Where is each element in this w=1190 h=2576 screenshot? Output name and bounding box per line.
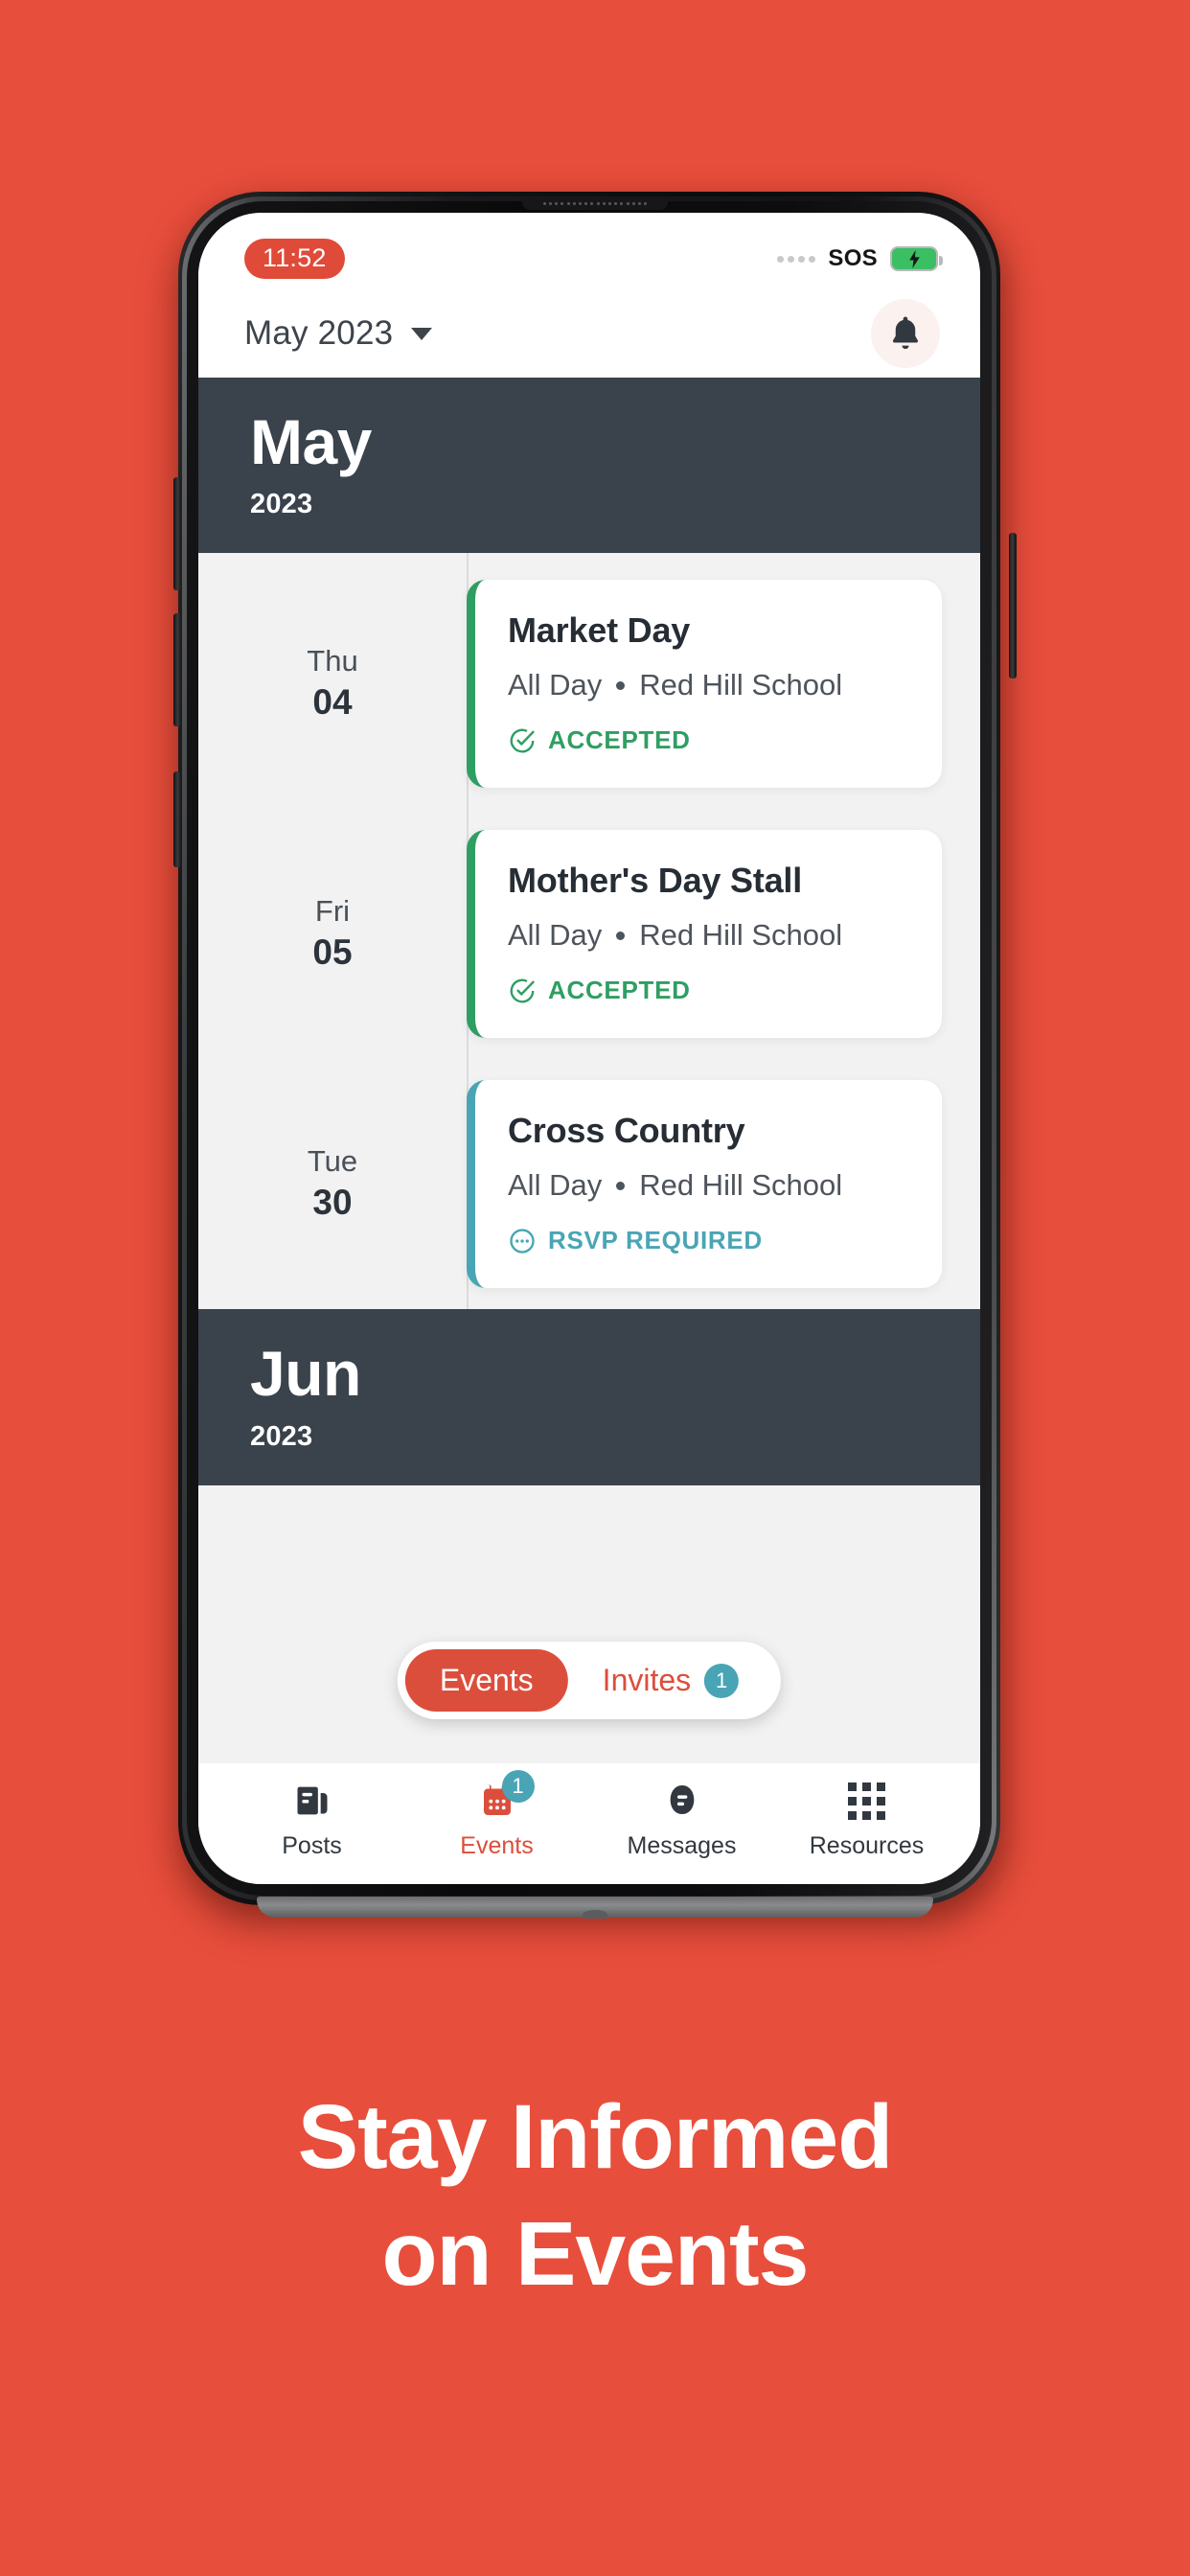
month-banner-month: Jun [250, 1338, 361, 1410]
event-date: Thu 04 [198, 632, 467, 736]
volume-up-button[interactable] [173, 477, 181, 590]
posts-icon-wrap [293, 1781, 332, 1821]
check-circle-icon [510, 978, 535, 1003]
month-selector[interactable]: May 2023 [244, 314, 433, 353]
phone-mockup: 11:52 SOS May 2023 May 2023 Thu 04 Marke… [173, 192, 1017, 1919]
grid-icon [848, 1782, 885, 1820]
event-status: ACCEPTED [508, 976, 909, 1005]
event-card[interactable]: Mother's Day Stall All Day Red Hill Scho… [467, 830, 942, 1039]
month-selector-label: May 2023 [244, 314, 394, 352]
event-day-number: 05 [312, 932, 353, 973]
battery-charging-icon [890, 246, 943, 271]
grid-icon-wrap [848, 1781, 885, 1821]
nav-item-messages[interactable]: Messages [596, 1781, 768, 1860]
event-date: Tue 30 [198, 1132, 467, 1236]
event-location: Red Hill School [639, 918, 843, 953]
event-title: Cross Country [508, 1111, 745, 1151]
notifications-button[interactable] [871, 299, 940, 368]
event-meta: All Day Red Hill School [508, 918, 909, 953]
event-time: All Day [508, 668, 603, 702]
event-status-label: ACCEPTED [548, 725, 691, 755]
promo-headline: Stay Informed on Events [0, 2080, 1190, 2312]
month-banner-may: May 2023 [198, 378, 980, 554]
message-icon-wrap [663, 1781, 701, 1821]
event-status: RSVP REQUIRED [508, 1226, 909, 1255]
event-day-number: 04 [312, 682, 353, 723]
event-day-of-week: Fri [314, 894, 351, 929]
phone-screen: 11:52 SOS May 2023 May 2023 Thu 04 Marke… [198, 213, 980, 1884]
event-row[interactable]: Fri 05 Mother's Day Stall All Day Red Hi… [198, 809, 980, 1059]
event-day-of-week: Thu [307, 644, 358, 678]
month-banner-jun: Jun 2023 [198, 1309, 980, 1485]
check-circle-icon [510, 728, 535, 753]
event-meta: All Day Red Hill School [508, 1168, 909, 1203]
event-meta: All Day Red Hill School [508, 668, 909, 702]
signal-dots-icon [777, 255, 816, 263]
events-invites-segmented-control[interactable]: Events Invites 1 [397, 1642, 782, 1719]
calendar-icon-wrap: 1 [478, 1770, 535, 1821]
nav-item-resources[interactable]: Resources [781, 1781, 953, 1860]
status-bar: 11:52 SOS [198, 213, 980, 289]
bolt-glyph [908, 249, 920, 268]
nav-item-events-badge: 1 [501, 1770, 535, 1803]
separator-dot-icon [616, 1181, 626, 1190]
message-icon [670, 1785, 694, 1814]
status-bar-indicators: SOS [777, 245, 943, 272]
nav-item-events-label: Events [460, 1832, 534, 1859]
dots-circle-icon [510, 1229, 535, 1254]
separator-dot-icon [616, 931, 626, 940]
assistant-button[interactable] [173, 771, 181, 867]
month-banner-year: 2023 [250, 489, 313, 520]
event-card[interactable]: Market Day All Day Red Hill School ACCEP [467, 580, 942, 789]
event-row[interactable]: Tue 30 Cross Country All Day Red Hill Sc… [198, 1059, 980, 1309]
event-status-label: RSVP REQUIRED [548, 1226, 763, 1255]
chevron-down-icon [411, 327, 433, 340]
tab-invites[interactable]: Invites 1 [568, 1649, 773, 1712]
event-title: Market Day [508, 610, 691, 651]
nav-item-posts[interactable]: Posts [226, 1781, 399, 1860]
events-scroll-area[interactable]: May 2023 Thu 04 Market Day All Day Red H… [198, 378, 980, 1763]
volume-down-button[interactable] [173, 613, 181, 726]
nav-item-resources-label: Resources [809, 1832, 925, 1859]
phone-bottom-bezel [257, 1897, 933, 1919]
bell-icon [892, 316, 919, 350]
event-list: Thu 04 Market Day All Day Red Hill Schoo… [198, 553, 980, 1310]
promo-headline-line1: Stay Informed [297, 2086, 893, 2188]
nav-item-messages-label: Messages [627, 1832, 737, 1859]
event-status: ACCEPTED [508, 725, 909, 755]
event-time: All Day [508, 918, 603, 953]
tab-invites-label: Invites [602, 1663, 692, 1697]
event-location: Red Hill School [639, 1168, 843, 1203]
promo-headline-line2: on Events [381, 2202, 810, 2305]
event-card[interactable]: Cross Country All Day Red Hill School RS… [467, 1080, 942, 1289]
tab-events[interactable]: Events [404, 1649, 568, 1712]
power-button[interactable] [1009, 533, 1017, 678]
bottom-navigation-bar: Posts 1 Events Messages Resources [198, 1763, 980, 1884]
event-time: All Day [508, 1168, 603, 1203]
phone-bottom-notch [583, 1910, 607, 1919]
carrier-label: SOS [828, 245, 878, 271]
event-day-number: 30 [312, 1183, 353, 1223]
event-date: Fri 05 [198, 882, 467, 986]
event-status-label: ACCEPTED [548, 976, 691, 1005]
month-banner-year: 2023 [250, 1420, 313, 1452]
month-banner-month: May [250, 406, 372, 477]
nav-item-posts-label: Posts [282, 1832, 342, 1859]
nav-item-events[interactable]: 1 Events [411, 1770, 584, 1860]
posts-icon [297, 1786, 327, 1815]
tab-invites-badge: 1 [704, 1663, 740, 1698]
event-day-of-week: Tue [307, 1144, 358, 1179]
event-title: Mother's Day Stall [508, 861, 803, 901]
earpiece-speaker-icon [522, 197, 668, 210]
app-bar: May 2023 [198, 289, 980, 378]
event-row[interactable]: Thu 04 Market Day All Day Red Hill Schoo… [198, 559, 980, 809]
tab-events-label: Events [439, 1663, 534, 1697]
separator-dot-icon [616, 680, 626, 690]
status-bar-clock: 11:52 [244, 239, 345, 279]
event-location: Red Hill School [639, 668, 843, 702]
